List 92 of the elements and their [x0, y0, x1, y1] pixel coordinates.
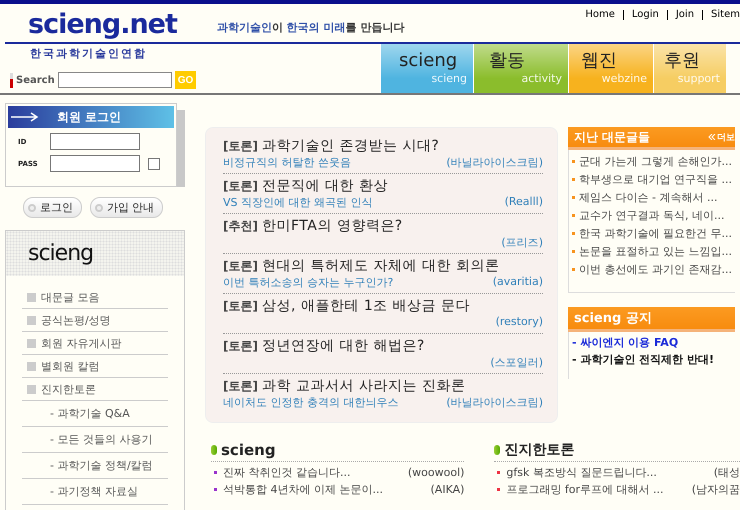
nav-tab[interactable]: 웹진 webzine — [568, 44, 653, 93]
author-name: (AIKA) — [430, 483, 464, 496]
topic-title[interactable]: 전문직에 대한 환상 — [262, 177, 388, 195]
pill-icon — [494, 445, 500, 455]
post-link[interactable]: 논문을 표절하고 있는 느낌입... — [579, 244, 732, 258]
site-logo[interactable]: scieng.net — [28, 11, 177, 38]
tagline: 과학기술인이 한국의 미래를 만듭니다 — [216, 20, 404, 36]
post-link[interactable]: 교수가 연구결과 독식, 네이... — [579, 208, 724, 222]
pill-icon — [211, 445, 217, 455]
post-link[interactable]: 프로그래밍 for루프에 대해서 ... — [506, 482, 664, 497]
topic-title[interactable]: 삼성, 애플한테 1조 배상금 문다 — [262, 297, 470, 315]
thermometer-icon — [10, 72, 13, 88]
square-bullet-icon — [27, 338, 36, 348]
post-link[interactable]: 이번 총선에도 과기인 존재감... — [579, 262, 732, 276]
post-link[interactable]: 학부생으로 대기업 연구직을 ... — [579, 172, 732, 186]
topic-title[interactable]: 과학 교과서서 사라지는 진화론 — [262, 377, 466, 395]
topic-tag: [토론] — [223, 258, 258, 275]
notice-link[interactable]: - 싸이엔지 이용 FAQ — [572, 336, 678, 349]
board-title: 진지한토론 — [504, 441, 574, 459]
topic-title[interactable]: 정년연장에 대한 해법은? — [262, 337, 425, 355]
notice-link[interactable]: - 과학기술인 전직제한 반대! — [572, 353, 714, 366]
topic-subtitle[interactable]: 이번 특허소송의 승자는 누구인가? — [223, 275, 394, 290]
author-name: (Realll) — [504, 195, 543, 210]
square-bullet-icon — [27, 316, 36, 324]
organization-name: 한국과학기술인연합 — [29, 46, 148, 61]
login-header: 회원 로그인 — [8, 106, 174, 128]
bullet-icon — [572, 268, 575, 270]
square-bullet-icon — [27, 362, 36, 370]
menu-item[interactable]: 회원 자유게시판 — [22, 332, 168, 355]
top-link[interactable]: Home — [577, 10, 623, 20]
author-name: (스포일러) — [490, 355, 543, 370]
section-header: 지난 대문글들 더보 — [568, 127, 735, 150]
board-title: scieng — [221, 441, 276, 459]
id-field[interactable] — [50, 133, 140, 150]
author-name: (남자의꿈 — [692, 482, 740, 497]
top-link[interactable]: Sitem — [702, 10, 740, 20]
topic-tag: [추천] — [223, 218, 258, 235]
author-name: (프리즈) — [501, 235, 543, 250]
post-link[interactable]: 진짜 착취인것 같습니다... — [223, 465, 350, 480]
topic-subtitle[interactable]: VS 직장인에 대한 왜곡된 인식 — [223, 195, 372, 210]
topic-tag: [토론] — [223, 378, 258, 395]
author-name: (태성 — [714, 465, 740, 480]
bullet-icon — [572, 250, 575, 252]
section-header: scieng 공지 — [568, 307, 735, 332]
post-link[interactable]: gfsk 복조방식 질문드립니다... — [506, 465, 657, 480]
scrollbar[interactable] — [177, 110, 185, 187]
topic-tag: [토론] — [223, 298, 258, 315]
login-button[interactable]: 로그인 — [23, 197, 82, 218]
arrow-icon — [11, 112, 39, 122]
bullet-icon — [572, 178, 575, 180]
topic-title[interactable]: 현대의 특허제도 자체에 대한 회의론 — [262, 257, 500, 275]
submenu-item[interactable]: - 과기정책 자료실 — [22, 479, 168, 505]
square-bullet-icon — [27, 292, 36, 302]
menu-item[interactable]: 대문글 모음 — [22, 286, 168, 309]
nav-tab[interactable]: scieng scieng — [380, 44, 473, 93]
bullet-icon — [572, 160, 575, 162]
submenu-item[interactable]: - 과학기술 정책/칼럼 — [22, 453, 168, 479]
bullet-icon — [572, 196, 575, 198]
search-field[interactable] — [58, 72, 172, 88]
author-name: (바닐라아이스크림) — [446, 395, 543, 410]
top-link[interactable]: Login — [622, 10, 667, 20]
bullet-icon — [572, 214, 575, 216]
double-chevron-icon — [708, 134, 716, 140]
post-link[interactable]: 제임스 다이슨 - 계속해서 ... — [579, 190, 718, 204]
remember-checkbox[interactable] — [148, 158, 160, 170]
top-link[interactable]: Join — [666, 10, 702, 20]
post-link[interactable]: 석박통합 4년차에 이제 논문이... — [223, 482, 383, 497]
menu-item[interactable]: 공식논평/성명 — [22, 309, 168, 332]
topic-title[interactable]: 과학기술인 존경받는 시대? — [262, 137, 440, 155]
bullet-icon — [572, 232, 575, 234]
author-name: (바닐라아이스크림) — [446, 155, 543, 170]
post-link[interactable]: 군대 가는게 그렇게 손해인가... — [579, 154, 732, 168]
author-name: (woowool) — [408, 466, 464, 479]
topic-tag: [토론] — [223, 178, 258, 195]
square-bullet-icon — [27, 384, 36, 394]
menu-item[interactable]: 진지한토론 — [22, 378, 168, 401]
author-name: (avaritia) — [492, 275, 543, 290]
menu-title: scieng — [6, 231, 184, 276]
login-button[interactable]: 가입 안내 — [90, 197, 164, 218]
topic-title[interactable]: 한미FTA의 영향력은? — [262, 217, 403, 235]
topic-subtitle[interactable]: 비정규직의 허탈한 쓴웃음 — [223, 155, 351, 170]
topic-tag: [토론] — [223, 138, 258, 155]
submenu-item[interactable]: - 과학기술 Q&A — [22, 401, 168, 427]
search-label: Search — [16, 74, 55, 86]
nav-tab[interactable]: 활동 activity — [473, 44, 568, 93]
password-field[interactable] — [50, 155, 140, 172]
post-link[interactable]: 한국 과학기술에 필요한건 무... — [579, 226, 732, 240]
author-name: (restory) — [496, 315, 543, 328]
topic-subtitle[interactable]: 네이처도 인정한 충격의 대한늬우스 — [223, 395, 398, 410]
menu-item[interactable]: 별회원 칼럼 — [22, 355, 168, 378]
submenu-item[interactable]: - 모든 것들의 사용기 — [22, 427, 168, 453]
topic-tag: [토론] — [223, 338, 258, 355]
